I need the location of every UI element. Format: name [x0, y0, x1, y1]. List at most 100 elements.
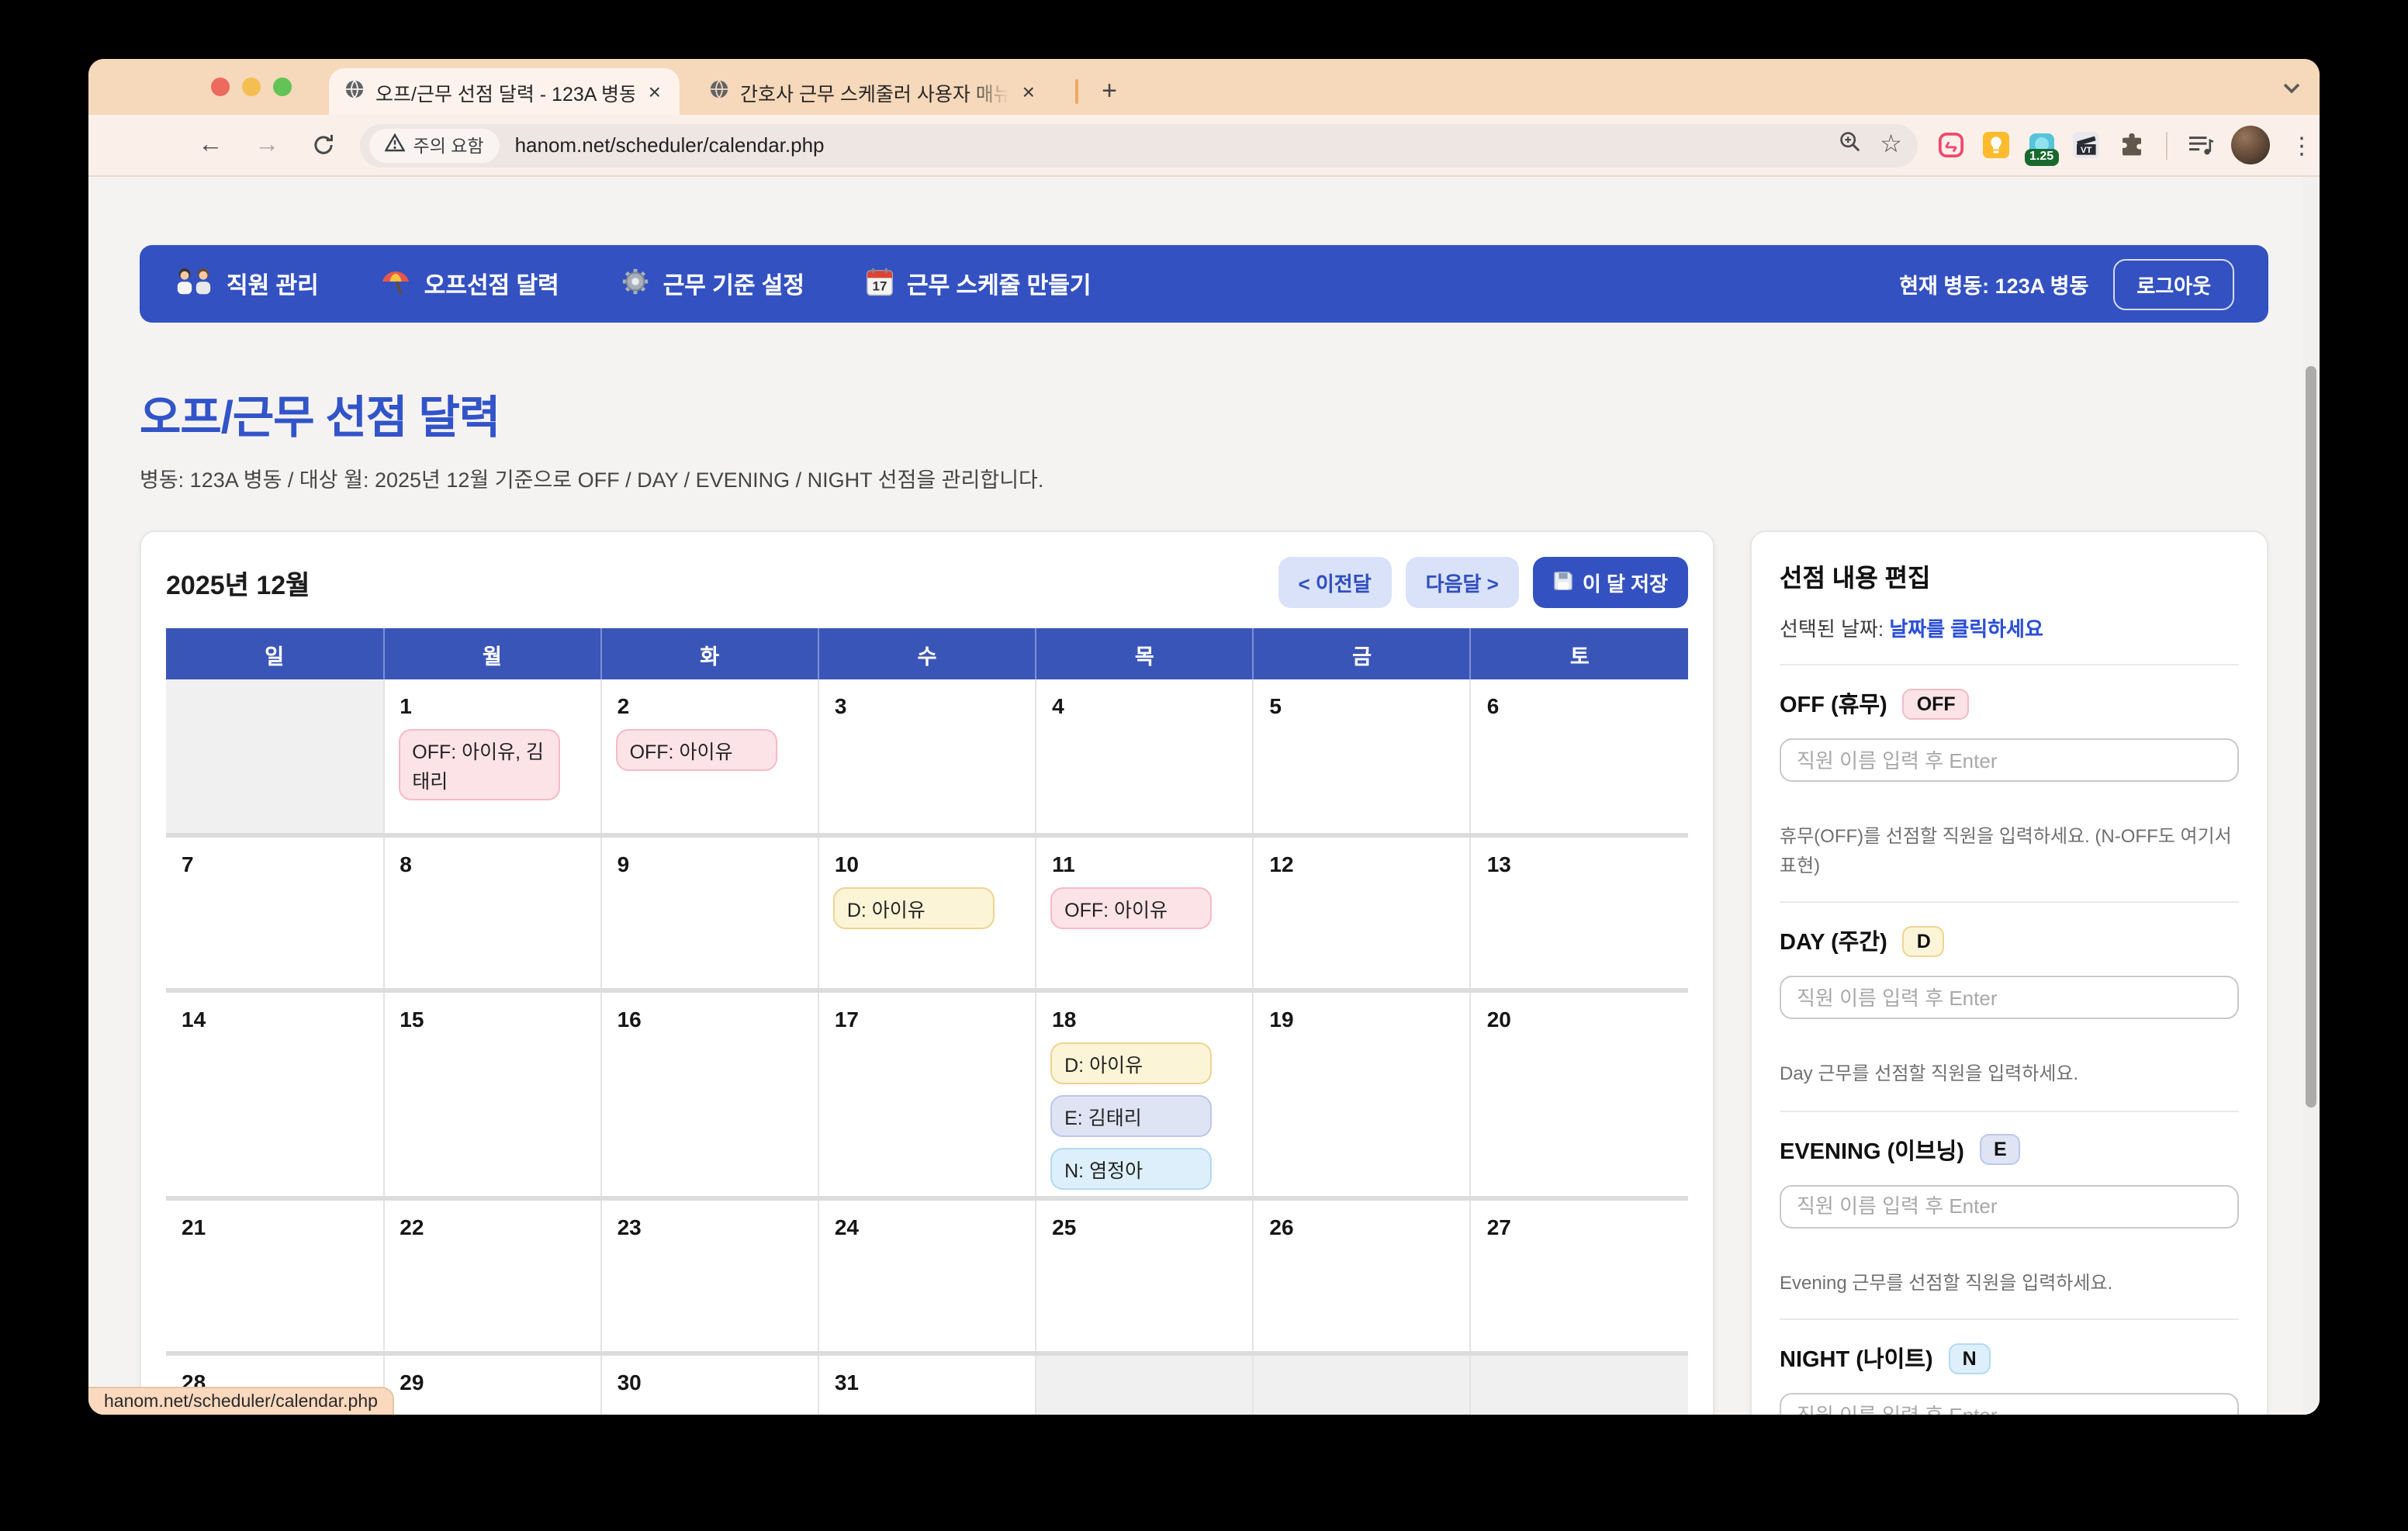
event-chip-off[interactable]: OFF: 아이유	[1050, 886, 1212, 928]
night-input[interactable]	[1780, 1394, 2239, 1415]
day-input[interactable]	[1780, 976, 2239, 1019]
traffic-lights	[211, 78, 292, 96]
calendar-cell-day[interactable]: 15	[383, 990, 600, 1197]
calendar-cell-day[interactable]: 19	[1253, 990, 1470, 1197]
calendar-cell-day[interactable]: 13	[1471, 835, 1688, 990]
calendar-cell-day[interactable]: 23	[601, 1197, 818, 1353]
calendar-cell-day[interactable]: 24	[818, 1197, 1036, 1353]
profile-avatar[interactable]	[2231, 126, 2270, 164]
night-badge: N	[1949, 1343, 1991, 1374]
url-text: hanom.net/scheduler/calendar.php	[515, 133, 1839, 157]
day-number: 23	[602, 1200, 818, 1239]
calendar-cell-day[interactable]: 10D: 아이유	[818, 835, 1036, 990]
calendar-cell-day[interactable]: 18D: 아이유E: 김태리N: 염정아	[1036, 990, 1253, 1197]
calendar-cell-day[interactable]: 7	[166, 835, 383, 990]
off-input[interactable]	[1780, 738, 2239, 782]
day-number: 26	[1254, 1200, 1469, 1239]
calendar-cell-day[interactable]: 6	[1471, 679, 1688, 835]
nav-item-label: 근무 스케줄 만들기	[907, 268, 1092, 300]
tab-title: 오프/근무 선점 달력 - 123A 병동	[375, 77, 635, 106]
browser-menu-icon[interactable]: ⋮	[2284, 131, 2320, 159]
weekday-header-row: 일 월 화 수 목 금 토	[166, 628, 1688, 679]
calendar-cell-day[interactable]: 14	[166, 990, 383, 1197]
gear-icon	[621, 266, 651, 302]
scrollbar-thumb[interactable]	[2306, 366, 2316, 1108]
site-warning-badge[interactable]: 주의 요함	[370, 128, 500, 162]
evening-help-text: Evening 근무를 선점할 직원을 입력하세요.	[1780, 1269, 2239, 1298]
day-number: 14	[166, 992, 382, 1031]
divider	[1780, 1111, 2239, 1112]
event-chip-off[interactable]: OFF: 아이유, 김태리	[398, 729, 559, 800]
calendar-week-row: 1OFF: 아이유, 김태리2OFF: 아이유3456	[166, 679, 1688, 835]
day-number: 11	[1036, 837, 1252, 876]
calendar-cell-day[interactable]: 1OFF: 아이유, 김태리	[383, 679, 600, 835]
calendar-cell-day[interactable]: 2OFF: 아이유	[601, 679, 818, 835]
zoom-window-button[interactable]	[273, 78, 292, 96]
selected-date-value[interactable]: 날짜를 클릭하세요	[1889, 617, 2043, 641]
calendar-cell-day[interactable]: 27	[1471, 1197, 1688, 1353]
tab-active[interactable]: 오프/근무 선점 달력 - 123A 병동 ×	[329, 68, 680, 115]
minimize-window-button[interactable]	[242, 78, 261, 96]
event-chip-night[interactable]: N: 염정아	[1050, 1147, 1212, 1189]
calendar-cell-day[interactable]: 22	[383, 1197, 600, 1353]
day-number: 5	[1254, 679, 1469, 718]
bookmark-star-icon[interactable]: ☆	[1880, 133, 1902, 157]
weekday-wed: 수	[818, 628, 1036, 679]
nav-item-off-calendar[interactable]: 오프선점 달력	[381, 265, 559, 302]
calendar-cell-day[interactable]: 21	[166, 1197, 383, 1353]
event-chip-day[interactable]: D: 아이유	[833, 886, 995, 928]
weekday-thu: 목	[1036, 628, 1253, 679]
forward-button[interactable]: →	[247, 125, 287, 165]
playlist-music-icon[interactable]	[2186, 130, 2217, 161]
next-month-button[interactable]: 다음달 >	[1406, 557, 1519, 608]
evening-input[interactable]	[1780, 1185, 2239, 1229]
extension-keep-icon[interactable]	[1981, 130, 2012, 161]
weekday-mon: 월	[383, 628, 600, 679]
nav-item-make-schedule[interactable]: 17 근무 스케줄 만들기	[867, 266, 1092, 302]
calendar-cell-day[interactable]: 3	[818, 679, 1036, 835]
tab-inactive[interactable]: 간호사 근무 스케줄러 사용자 매뉴얼 ×	[694, 68, 1054, 115]
scrollbar-track[interactable]	[2302, 177, 2320, 1415]
calendar-cell-day[interactable]: 25	[1036, 1197, 1253, 1353]
calendar-cell-day[interactable]: 11 OFF: 아이유	[1036, 835, 1253, 990]
calendar-cell-day[interactable]: 20	[1471, 990, 1688, 1197]
calendar-cell-day[interactable]: 31	[818, 1353, 1036, 1415]
editor-panel: 선점 내용 편집 선택된 날짜: 날짜를 클릭하세요 OFF (휴무) OFF …	[1750, 530, 2268, 1415]
event-chip-evening[interactable]: E: 김태리	[1050, 1094, 1212, 1136]
calendar-cell-day[interactable]: 30	[601, 1353, 818, 1415]
extensions-puzzle-icon[interactable]	[2116, 130, 2147, 161]
extension-vt-icon[interactable]: VT	[2071, 130, 2102, 161]
calendar-cell-day[interactable]: 5	[1253, 679, 1470, 835]
event-chip-day[interactable]: D: 아이유	[1050, 1042, 1212, 1083]
save-month-button[interactable]: 이 달 저장	[1533, 557, 1688, 608]
chevron-down-icon[interactable]	[2282, 74, 2301, 102]
site-navbar: 직원 관리 오프선점 달력 근무 기준 설정 17 근무 스케줄 만들기 현재 …	[140, 245, 2268, 323]
logout-button[interactable]: 로그아웃	[2113, 258, 2234, 309]
calendar-cell-day[interactable]: 8	[383, 835, 600, 990]
calendar-cell-day[interactable]: 12	[1253, 835, 1470, 990]
nav-item-settings[interactable]: 근무 기준 설정	[621, 266, 804, 302]
reload-button[interactable]	[304, 125, 344, 165]
event-chip-off[interactable]: OFF: 아이유	[616, 729, 777, 771]
address-bar[interactable]: 주의 요함 hanom.net/scheduler/calendar.php ☆	[361, 123, 1918, 167]
extension-pink-icon[interactable]	[1936, 130, 1967, 161]
prev-month-button[interactable]: < 이전달	[1278, 557, 1391, 608]
close-tab-icon[interactable]: ×	[645, 81, 664, 102]
close-window-button[interactable]	[211, 78, 230, 96]
weekday-sat: 토	[1471, 628, 1688, 679]
close-tab-icon[interactable]: ×	[1019, 81, 1038, 102]
nav-item-staff[interactable]: 직원 관리	[174, 267, 319, 301]
calendar-cell-day[interactable]: 4	[1036, 679, 1253, 835]
back-button[interactable]: ←	[191, 125, 230, 165]
calendar-cell-day[interactable]: 17	[818, 990, 1036, 1197]
section-label-day: DAY (주간) D	[1780, 924, 2239, 957]
weekday-sun: 일	[166, 628, 383, 679]
new-tab-button[interactable]: +	[1091, 73, 1128, 110]
calendar-cell-day[interactable]: 9	[601, 835, 818, 990]
extension-speed-icon[interactable]: 1.25	[2026, 130, 2057, 161]
weekday-fri: 금	[1253, 628, 1470, 679]
calendar-cell-day[interactable]: 26	[1253, 1197, 1470, 1353]
calendar-cell-day[interactable]: 16	[601, 990, 818, 1197]
calendar-cell-day[interactable]: 29	[383, 1353, 600, 1415]
zoom-magnifier-icon[interactable]	[1838, 130, 1861, 161]
